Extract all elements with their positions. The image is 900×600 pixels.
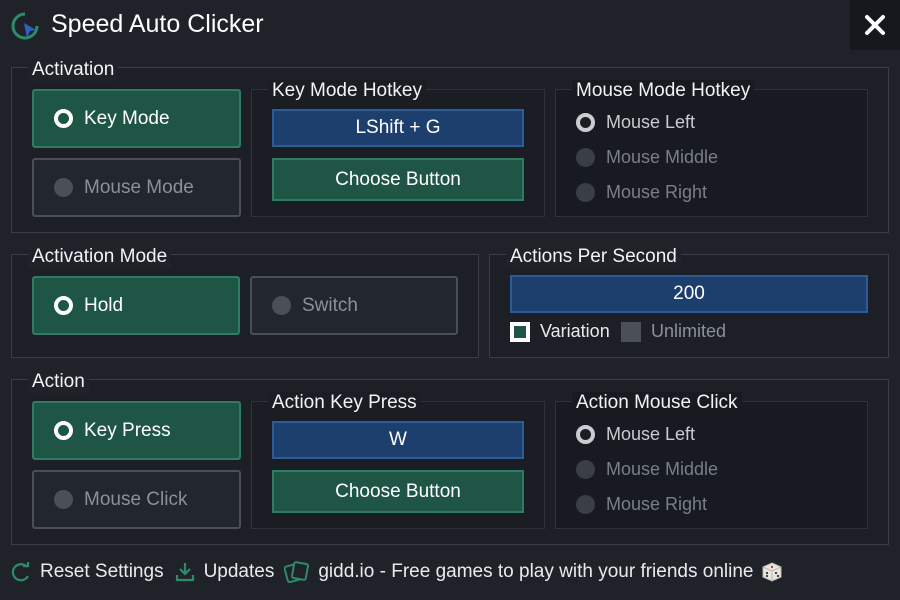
actions-per-second-input[interactable]: 200 xyxy=(510,275,868,313)
checkbox-unchecked-icon xyxy=(621,321,641,342)
action-mouse-option-left[interactable]: Mouse Left xyxy=(576,424,695,445)
gidd-link[interactable]: gidd.io - Free games to play with your f… xyxy=(284,561,791,583)
key-mode-label: Key Mode xyxy=(84,107,170,129)
key-mode-choose-button[interactable]: Choose Button xyxy=(272,158,524,201)
action-mouse-option-right[interactable]: Mouse Right xyxy=(576,494,707,515)
mouse-mode-label: Mouse Mode xyxy=(84,176,194,198)
reset-settings-link[interactable]: Reset Settings xyxy=(10,561,164,583)
mouse-mode-hotkey-legend: Mouse Mode Hotkey xyxy=(572,80,755,102)
action-mouse-option-middle[interactable]: Mouse Middle xyxy=(576,459,718,480)
key-mode-hotkey-legend: Key Mode Hotkey xyxy=(268,80,426,102)
radio-selected-icon xyxy=(54,109,73,128)
dice-icon xyxy=(762,562,782,582)
mouse-mode-option-left[interactable]: Mouse Left xyxy=(576,112,695,133)
radio-selected-icon xyxy=(576,425,595,444)
reset-icon xyxy=(11,562,30,582)
updates-label: Updates xyxy=(203,561,275,582)
activation-mode-legend: Activation Mode xyxy=(28,246,172,268)
radio-unselected-icon xyxy=(576,183,595,202)
checkbox-checked-icon xyxy=(510,321,530,342)
download-icon xyxy=(175,563,194,582)
action-mouse-click-legend: Action Mouse Click xyxy=(572,392,742,414)
reset-settings-label: Reset Settings xyxy=(40,561,164,582)
key-mode-button[interactable]: Key Mode xyxy=(32,89,241,148)
option-label: Mouse Middle xyxy=(606,147,719,167)
key-press-button[interactable]: Key Press xyxy=(32,401,241,460)
mouse-click-button[interactable]: Mouse Click xyxy=(32,470,241,529)
option-label: Mouse Middle xyxy=(606,459,719,479)
radio-selected-icon xyxy=(54,421,73,440)
unlimited-label: Unlimited xyxy=(651,321,727,341)
option-label: Mouse Left xyxy=(606,112,696,132)
action-choose-button[interactable]: Choose Button xyxy=(272,470,524,513)
hold-label: Hold xyxy=(84,294,124,316)
window-title: Speed Auto Clicker xyxy=(51,10,264,38)
key-press-label: Key Press xyxy=(84,419,171,441)
key-mode-hotkey-field[interactable]: LShift + G xyxy=(272,109,524,147)
close-icon xyxy=(865,15,885,35)
radio-unselected-icon xyxy=(576,460,595,479)
radio-selected-icon xyxy=(576,113,595,132)
actions-per-second-legend: Actions Per Second xyxy=(506,246,681,268)
mouse-click-label: Mouse Click xyxy=(84,488,188,510)
title-bar: Speed Auto Clicker xyxy=(0,0,900,50)
app-logo-icon xyxy=(11,12,39,40)
mouse-mode-option-middle[interactable]: Mouse Middle xyxy=(576,147,718,168)
action-legend: Action xyxy=(28,371,89,393)
mouse-mode-option-right[interactable]: Mouse Right xyxy=(576,182,707,203)
radio-unselected-icon xyxy=(54,490,73,509)
radio-selected-icon xyxy=(54,296,73,315)
gidd-cards-icon xyxy=(284,561,310,583)
option-label: Mouse Left xyxy=(606,424,696,444)
activation-legend: Activation xyxy=(28,59,119,81)
radio-unselected-icon xyxy=(576,495,595,514)
mouse-mode-button[interactable]: Mouse Mode xyxy=(32,158,241,217)
option-label: Mouse Right xyxy=(606,182,708,202)
hold-button[interactable]: Hold xyxy=(32,276,240,335)
radio-unselected-icon xyxy=(272,296,291,315)
action-key-press-legend: Action Key Press xyxy=(268,392,421,414)
action-key-press-field[interactable]: W xyxy=(272,421,524,459)
option-label: Mouse Right xyxy=(606,494,708,514)
switch-button[interactable]: Switch xyxy=(250,276,458,335)
variation-checkbox[interactable]: Variation xyxy=(510,321,610,342)
switch-label: Switch xyxy=(302,294,358,316)
unlimited-checkbox[interactable]: Unlimited xyxy=(621,321,726,342)
radio-unselected-icon xyxy=(54,178,73,197)
gidd-label: gidd.io - Free games to play with your f… xyxy=(318,561,754,582)
footer-bar: Reset Settings Updates gidd.io - Free ga… xyxy=(10,558,801,586)
radio-unselected-icon xyxy=(576,148,595,167)
variation-label: Variation xyxy=(540,321,610,341)
updates-link[interactable]: Updates xyxy=(174,561,275,583)
close-button[interactable] xyxy=(850,0,900,50)
